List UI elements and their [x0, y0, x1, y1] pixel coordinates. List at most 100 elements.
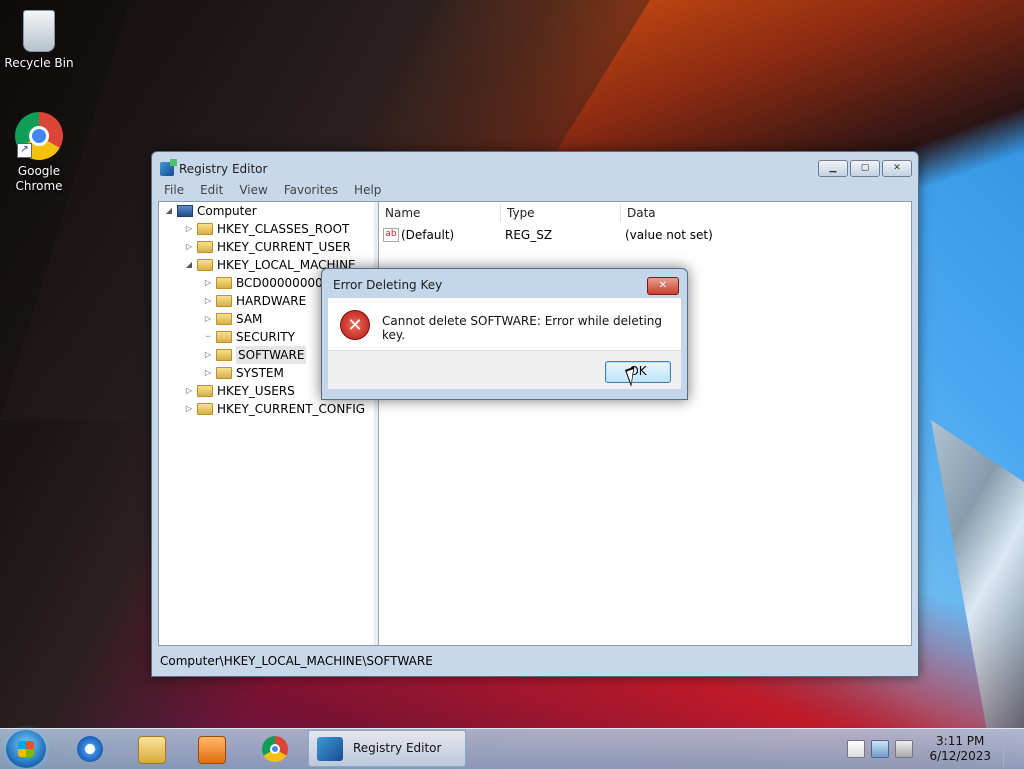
menu-bar: File Edit View Favorites Help [156, 181, 914, 199]
menu-edit[interactable]: Edit [192, 181, 231, 199]
desktop-icon-chrome[interactable]: ↗ Google Chrome [1, 112, 77, 194]
expanded-arrow-icon[interactable]: ◢ [165, 202, 173, 220]
media-player-icon [198, 736, 226, 764]
taskbar-app-label: Registry Editor [353, 741, 442, 755]
desktop-icon-label: Recycle Bin [4, 56, 74, 70]
value-data: (value not set) [625, 228, 713, 242]
tree-item-sam[interactable]: ▷ SAM [204, 310, 262, 328]
desktop-icon-label: Google Chrome [15, 164, 63, 193]
taskbar-media-player[interactable] [191, 733, 231, 765]
window-controls: ▁ ▢ ✕ [818, 160, 912, 177]
shortcut-arrow-icon: ↗ [17, 143, 32, 158]
value-name: (Default) [401, 228, 455, 242]
tree-item-security[interactable]: ┈ SECURITY [204, 328, 295, 346]
tree-item-label: SOFTWARE [236, 346, 307, 364]
column-header-type[interactable]: Type [501, 204, 621, 222]
folder-icon [216, 277, 232, 289]
tree-item-hkcu[interactable]: ▷ HKEY_CURRENT_USER [185, 238, 351, 256]
tree-item-hku[interactable]: ▷ HKEY_USERS [185, 382, 295, 400]
status-bar: Computer\HKEY_LOCAL_MACHINE\SOFTWARE [160, 654, 433, 668]
menu-favorites[interactable]: Favorites [276, 181, 346, 199]
clock-time: 3:11 PM [936, 734, 985, 748]
value-type: REG_SZ [505, 228, 553, 242]
system-tray: 3:11 PM 6/12/2023 [847, 731, 1016, 767]
tree-item-software[interactable]: ▷ SOFTWARE [204, 346, 307, 364]
collapsed-arrow-icon[interactable]: ▷ [185, 238, 193, 256]
tree-item-label: SYSTEM [236, 366, 284, 380]
tree-item-label: HKEY_USERS [217, 384, 295, 398]
string-value-icon: ab [383, 228, 399, 242]
start-button[interactable] [6, 730, 46, 768]
dialog-title[interactable]: Error Deleting Key [333, 278, 442, 292]
column-header-data[interactable]: Data [621, 204, 909, 222]
folder-icon [216, 349, 232, 361]
clock[interactable]: 3:11 PM 6/12/2023 [929, 734, 991, 764]
folder-open-icon [197, 259, 213, 271]
collapsed-arrow-icon[interactable]: ▷ [204, 292, 212, 310]
error-icon: ✕ [340, 310, 370, 340]
close-button[interactable]: ✕ [882, 160, 912, 177]
clock-date: 6/12/2023 [929, 749, 991, 763]
value-row[interactable]: ab (Default) REG_SZ (value not set) [383, 226, 713, 244]
collapsed-arrow-icon[interactable]: ▷ [185, 400, 193, 418]
tree-item-label: SAM [236, 312, 263, 326]
taskbar-file-explorer[interactable] [131, 733, 171, 765]
dialog-body: ✕ Cannot delete SOFTWARE: Error while de… [328, 298, 681, 350]
tree-item-label: HARDWARE [236, 294, 307, 308]
tree-item-bcd[interactable]: ▷ BCD00000000 [204, 274, 323, 292]
tree-item-computer[interactable]: ◢ Computer [165, 202, 257, 220]
folder-icon [216, 331, 232, 343]
volume-muted-icon[interactable] [895, 740, 914, 758]
menu-help[interactable]: Help [346, 181, 389, 199]
tree-item-label: BCD00000000 [236, 276, 323, 290]
folder-icon [197, 223, 213, 235]
internet-explorer-icon [77, 736, 103, 762]
tree-item-label: SECURITY [236, 330, 295, 344]
minimize-button[interactable]: ▁ [818, 160, 848, 177]
menu-file[interactable]: File [156, 181, 192, 199]
column-header-name[interactable]: Name [379, 204, 501, 222]
chrome-icon: ↗ [15, 112, 63, 160]
folder-icon [197, 403, 213, 415]
tree-item-label: Computer [197, 204, 257, 218]
dialog-close-button[interactable]: ✕ [647, 277, 679, 295]
taskbar-internet-explorer[interactable] [70, 733, 110, 765]
folder-icon [216, 295, 232, 307]
tree-item-label: HKEY_CURRENT_CONFIG [217, 402, 366, 416]
folder-icon [197, 385, 213, 397]
registry-editor-icon [317, 737, 343, 761]
tree-item-hkcc[interactable]: ▷ HKEY_CURRENT_CONFIG [185, 400, 365, 418]
action-center-flag-icon[interactable] [847, 740, 866, 758]
show-desktop-button[interactable] [1003, 731, 1016, 767]
network-icon[interactable] [871, 740, 890, 758]
window-title: Registry Editor [179, 162, 268, 176]
registry-editor-window: Registry Editor ▁ ▢ ✕ File Edit View Fav… [151, 151, 919, 677]
collapsed-arrow-icon[interactable]: ▷ [204, 274, 212, 292]
menu-view[interactable]: View [231, 181, 275, 199]
tree-item-system[interactable]: ▷ SYSTEM [204, 364, 284, 382]
taskbar-chrome[interactable] [255, 733, 295, 765]
computer-icon [177, 205, 193, 217]
registry-editor-icon [160, 159, 177, 176]
recycle-bin-icon [23, 10, 55, 52]
tree-item-label: HKEY_CLASSES_ROOT [217, 222, 350, 236]
file-explorer-icon [138, 736, 166, 764]
taskbar-registry-editor[interactable]: Registry Editor [308, 730, 466, 767]
collapsed-arrow-icon[interactable]: ▷ [185, 382, 193, 400]
collapsed-arrow-icon[interactable]: ▷ [204, 310, 212, 328]
chrome-icon [262, 736, 288, 762]
tree-item-label: HKEY_CURRENT_USER [217, 240, 351, 254]
tree-item-hkcr[interactable]: ▷ HKEY_CLASSES_ROOT [185, 220, 349, 238]
collapsed-arrow-icon[interactable]: ▷ [185, 220, 193, 238]
folder-icon [197, 241, 213, 253]
window-titlebar[interactable]: Registry Editor [160, 159, 268, 178]
error-message: Cannot delete SOFTWARE: Error while dele… [382, 314, 663, 342]
collapsed-arrow-icon[interactable]: ▷ [204, 364, 212, 382]
desktop-icon-recycle-bin[interactable]: Recycle Bin [1, 6, 77, 71]
folder-icon [216, 313, 232, 325]
tree-connector: ┈ [205, 332, 211, 341]
collapsed-arrow-icon[interactable]: ▷ [204, 346, 212, 364]
maximize-button[interactable]: ▢ [850, 160, 880, 177]
tree-item-hardware[interactable]: ▷ HARDWARE [204, 292, 306, 310]
expanded-arrow-icon[interactable]: ◢ [185, 256, 193, 274]
